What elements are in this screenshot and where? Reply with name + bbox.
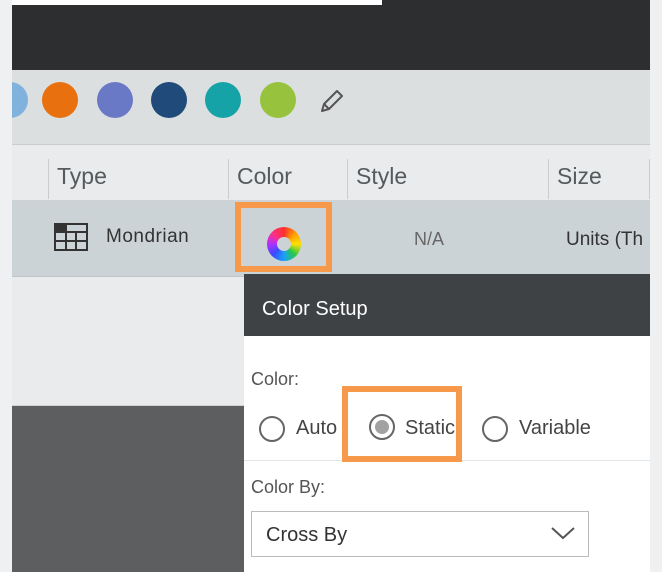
right-margin [650,0,662,572]
color-by-label: Color By: [251,477,326,497]
color-label: Color: [251,369,300,389]
panel-header: Color Setup [244,274,662,336]
column-header-size[interactable]: Size [557,163,602,190]
grid-header: Type Color Style Size [12,145,662,201]
top-toolbar [12,0,662,70]
swatch-yellow-green[interactable] [260,82,296,118]
column-separator [228,159,229,199]
color-by-dropdown[interactable]: Cross By [251,511,589,557]
pencil-icon[interactable] [317,86,347,116]
toolbar-top-edge [12,0,382,5]
radio-auto[interactable] [259,416,285,442]
column-header-color[interactable]: Color [237,163,292,190]
type-cell[interactable]: Mondrian [54,223,189,251]
mondrian-chart-icon [54,223,88,251]
column-header-type[interactable]: Type [57,163,107,190]
swatch-navy[interactable] [151,82,187,118]
app-frame: Type Color Style Size Mondrian N/A Units… [12,0,662,572]
highlight-static-option [342,386,462,462]
highlight-color-cell [235,202,332,272]
style-cell: N/A [414,229,445,249]
panel-title: Color Setup [262,298,368,320]
radio-variable[interactable] [482,416,508,442]
column-separator [48,159,49,199]
radio-variable-label[interactable]: Variable [519,417,591,440]
column-header-style[interactable]: Style [356,163,407,190]
column-separator [347,159,348,199]
column-separator [548,159,549,199]
swatch-orange[interactable] [42,82,78,118]
color-by-value: Cross By [266,524,348,546]
size-cell[interactable]: Units (Th [566,229,643,251]
swatch-teal[interactable] [205,82,241,118]
table-row[interactable]: Mondrian N/A Units (Th [12,201,662,277]
chevron-down-icon [551,527,575,540]
radio-auto-label[interactable]: Auto [296,417,337,440]
type-label: Mondrian [106,226,190,247]
color-palette-bar [12,70,662,145]
swatch-periwinkle[interactable] [97,82,133,118]
swatch-light-blue[interactable] [12,82,28,118]
